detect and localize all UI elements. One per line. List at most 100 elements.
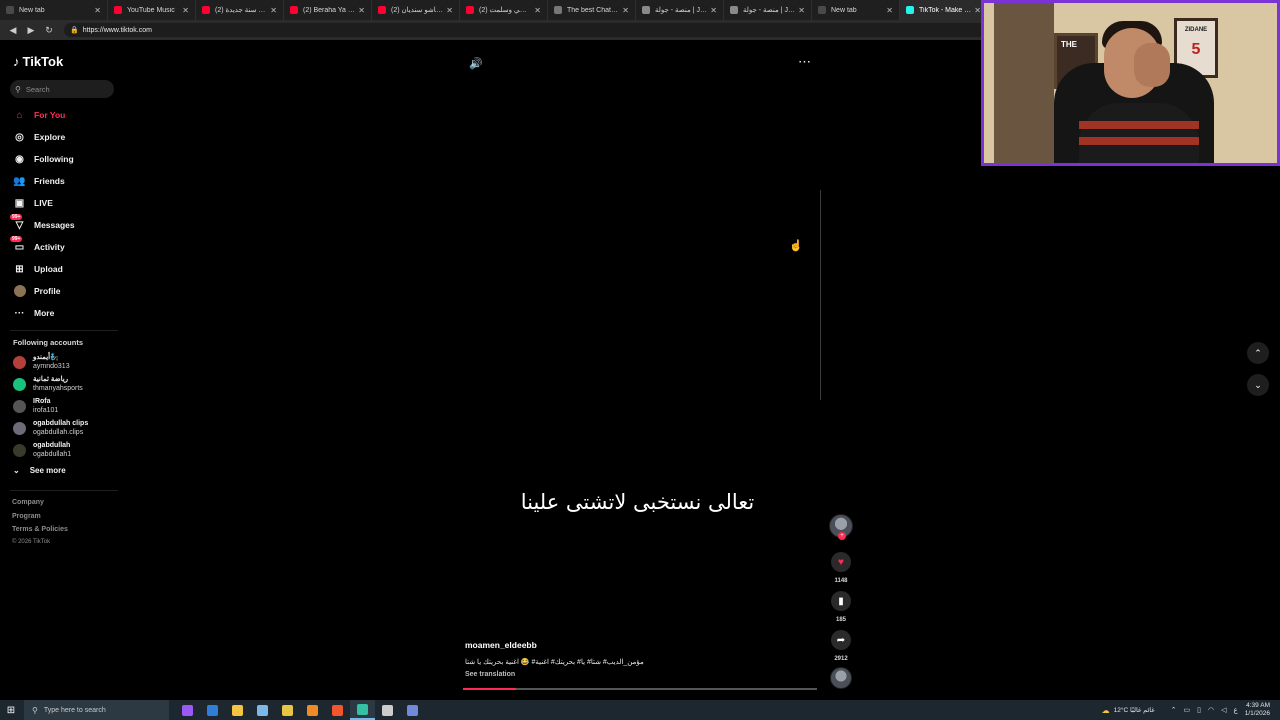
browser-tab[interactable]: New tab ✕ (812, 0, 900, 20)
music-disc-avatar[interactable] (830, 667, 852, 689)
following-account[interactable]: ogabdullah ogabdullah1 (13, 440, 71, 460)
browser-tab[interactable]: منصة - جولة | Jawlah✕ (636, 0, 724, 20)
video-player[interactable]: 🔊 ⋯ تعالى نستخبى لاتشتى علينا moamen_eld… (455, 40, 825, 695)
sidebar-item-messages[interactable]: ▽ 99+ Messages (10, 213, 75, 233)
following-account[interactable]: ogabdullah clips ogabdullah.clips (13, 418, 88, 438)
sidebar-item-explore[interactable]: ◎ Explore (13, 129, 65, 145)
account-handle: ogabdullah1 (33, 451, 72, 458)
language-indicator[interactable]: ع (1234, 706, 1238, 714)
chrome-icon[interactable] (275, 700, 300, 720)
tab-title: منصة - جولة | Jawlah (743, 7, 795, 14)
tab-close-icon[interactable]: ✕ (710, 6, 717, 15)
sidebar-item-upload[interactable]: ⊞ Upload (13, 261, 63, 277)
logo-text: TikTok (22, 54, 64, 69)
premiere-icon[interactable] (175, 700, 200, 720)
browser-tab[interactable]: TikTok - Make Yo ✕ (900, 0, 988, 20)
sidebar-item-profile[interactable]: Profile (13, 283, 60, 299)
tab-title: TikTok - Make Yo (919, 6, 972, 14)
account-name: IRofa (33, 398, 51, 405)
taskbar-search-input[interactable]: ⚲ Type here to search (24, 700, 169, 720)
tab-title: The best ChatBot and (567, 6, 620, 14)
volume-icon[interactable]: 🔊 (469, 57, 483, 70)
divider (10, 330, 118, 331)
creator-avatar[interactable]: + (829, 514, 853, 540)
tab-close-icon[interactable]: ✕ (974, 6, 981, 15)
clock-date: 1/1/2026 (1244, 710, 1270, 717)
share-icon[interactable]: ➦ (831, 630, 851, 650)
person-body (1079, 103, 1199, 163)
footer-link-company[interactable]: Company (12, 499, 44, 506)
sidebar-item-activity[interactable]: ▭ 99+ Activity (10, 235, 65, 255)
sidebar-item-following[interactable]: ◉ Following (13, 151, 74, 167)
photoshop-icon[interactable] (200, 700, 225, 720)
reload-icon[interactable]: ↻ (42, 23, 56, 37)
share-count: 2912 (834, 656, 848, 662)
video-progress-bar[interactable] (463, 688, 817, 690)
tab-close-icon[interactable]: ✕ (886, 6, 893, 15)
video-author[interactable]: moamen_eldeebb (465, 640, 537, 650)
tiktok-logo[interactable]: ♪ TikTok (13, 54, 63, 69)
tab-close-icon[interactable]: ✕ (622, 6, 629, 15)
following-account[interactable]: أيمندو🧞 aymndo313 (13, 352, 70, 372)
tab-close-icon[interactable]: ✕ (94, 6, 101, 15)
obs-icon[interactable] (375, 700, 400, 720)
following-account[interactable]: IRofa irofa101 (13, 396, 58, 416)
vlc-icon[interactable] (300, 700, 325, 720)
browser-tab[interactable]: The best ChatBot and✕ (548, 0, 636, 20)
footer-link-terms[interactable]: Terms & Policies (12, 526, 68, 533)
sidebar-item-live[interactable]: ▣ LIVE (13, 195, 53, 211)
browser-tab[interactable]: YouTube Music ✕ (108, 0, 196, 20)
windows-start-icon[interactable]: ⊞ (0, 700, 22, 720)
speaker-icon[interactable]: ◁ (1221, 706, 1226, 714)
tab-title: YouTube Music (127, 6, 175, 14)
follow-plus-icon[interactable]: + (838, 532, 846, 540)
previous-video-button[interactable]: ⌃ (1247, 342, 1269, 364)
browser-tab[interactable]: منصة - جولة | Jawlah✕ (724, 0, 812, 20)
sidebar-item-friends[interactable]: 👥 Friends (13, 173, 64, 189)
file-explorer-icon[interactable] (225, 700, 250, 720)
sidebar-item-label: Messages (34, 220, 75, 230)
account-handle: thmanyahsports (33, 385, 83, 392)
clock[interactable]: 4:39 AM 1/1/2026 (1245, 702, 1270, 718)
brave-icon[interactable] (325, 700, 350, 720)
app-glyph (407, 704, 418, 716)
like-heart-icon[interactable]: ♥ (831, 552, 851, 572)
url-field[interactable]: 🔒 https://www.tiktok.com (64, 23, 994, 37)
discord-icon[interactable] (400, 700, 425, 720)
see-translation-link[interactable]: See translation (465, 671, 515, 678)
tab-close-icon[interactable]: ✕ (270, 6, 277, 15)
chevron-up-icon[interactable]: ⌃ (1171, 706, 1177, 714)
tab-close-icon[interactable]: ✕ (182, 6, 189, 15)
taskbar-apps (175, 700, 425, 720)
following-accounts-title: Following accounts (13, 338, 84, 347)
sidebar-item-more[interactable]: ··· More (13, 305, 55, 321)
browser-tab[interactable]: (2) ولدت ساطي وسلمت✕ (460, 0, 548, 20)
browser-tab[interactable]: New tab ✕ (0, 0, 108, 20)
back-icon[interactable]: ◀ (6, 23, 20, 37)
network-icon[interactable]: ▭ (1184, 706, 1191, 714)
weather-widget[interactable]: ☁ 12°C غائم غالبًا (1102, 706, 1155, 715)
following-account[interactable]: رياضة ثمانية thmanyahsports (13, 374, 83, 394)
app-glyph (232, 704, 243, 716)
search-input[interactable]: ⚲ Search (10, 80, 114, 98)
browser-tab[interactable]: (2) سنة جديدة - YouTube✕ (196, 0, 284, 20)
tab-close-icon[interactable]: ✕ (798, 6, 805, 15)
see-more-button[interactable]: ⌄ See more (13, 466, 66, 475)
footer-link-program[interactable]: Program (12, 513, 41, 520)
browser-tab[interactable]: (2) Beraha Ya Sheekha✕ (284, 0, 372, 20)
wifi-icon[interactable]: ◠ (1208, 706, 1214, 714)
app-glyph (207, 704, 218, 716)
app-icon[interactable] (250, 700, 275, 720)
profile-avatar (13, 285, 26, 297)
bookmark-icon[interactable]: ▮ (831, 591, 851, 611)
browser-tab[interactable]: (2) ميوزر باشو سنديان✕ (372, 0, 460, 20)
tab-close-icon[interactable]: ✕ (534, 6, 541, 15)
next-video-button[interactable]: ⌄ (1247, 374, 1269, 396)
tab-close-icon[interactable]: ✕ (446, 6, 453, 15)
edge-icon[interactable] (350, 700, 375, 720)
sidebar-item-for-you[interactable]: ⌂ For You (13, 107, 65, 123)
battery-icon[interactable]: ▯ (1197, 706, 1201, 714)
tab-close-icon[interactable]: ✕ (358, 6, 365, 15)
forward-icon[interactable]: ▶ (24, 23, 38, 37)
more-options-icon[interactable]: ⋯ (798, 54, 812, 70)
